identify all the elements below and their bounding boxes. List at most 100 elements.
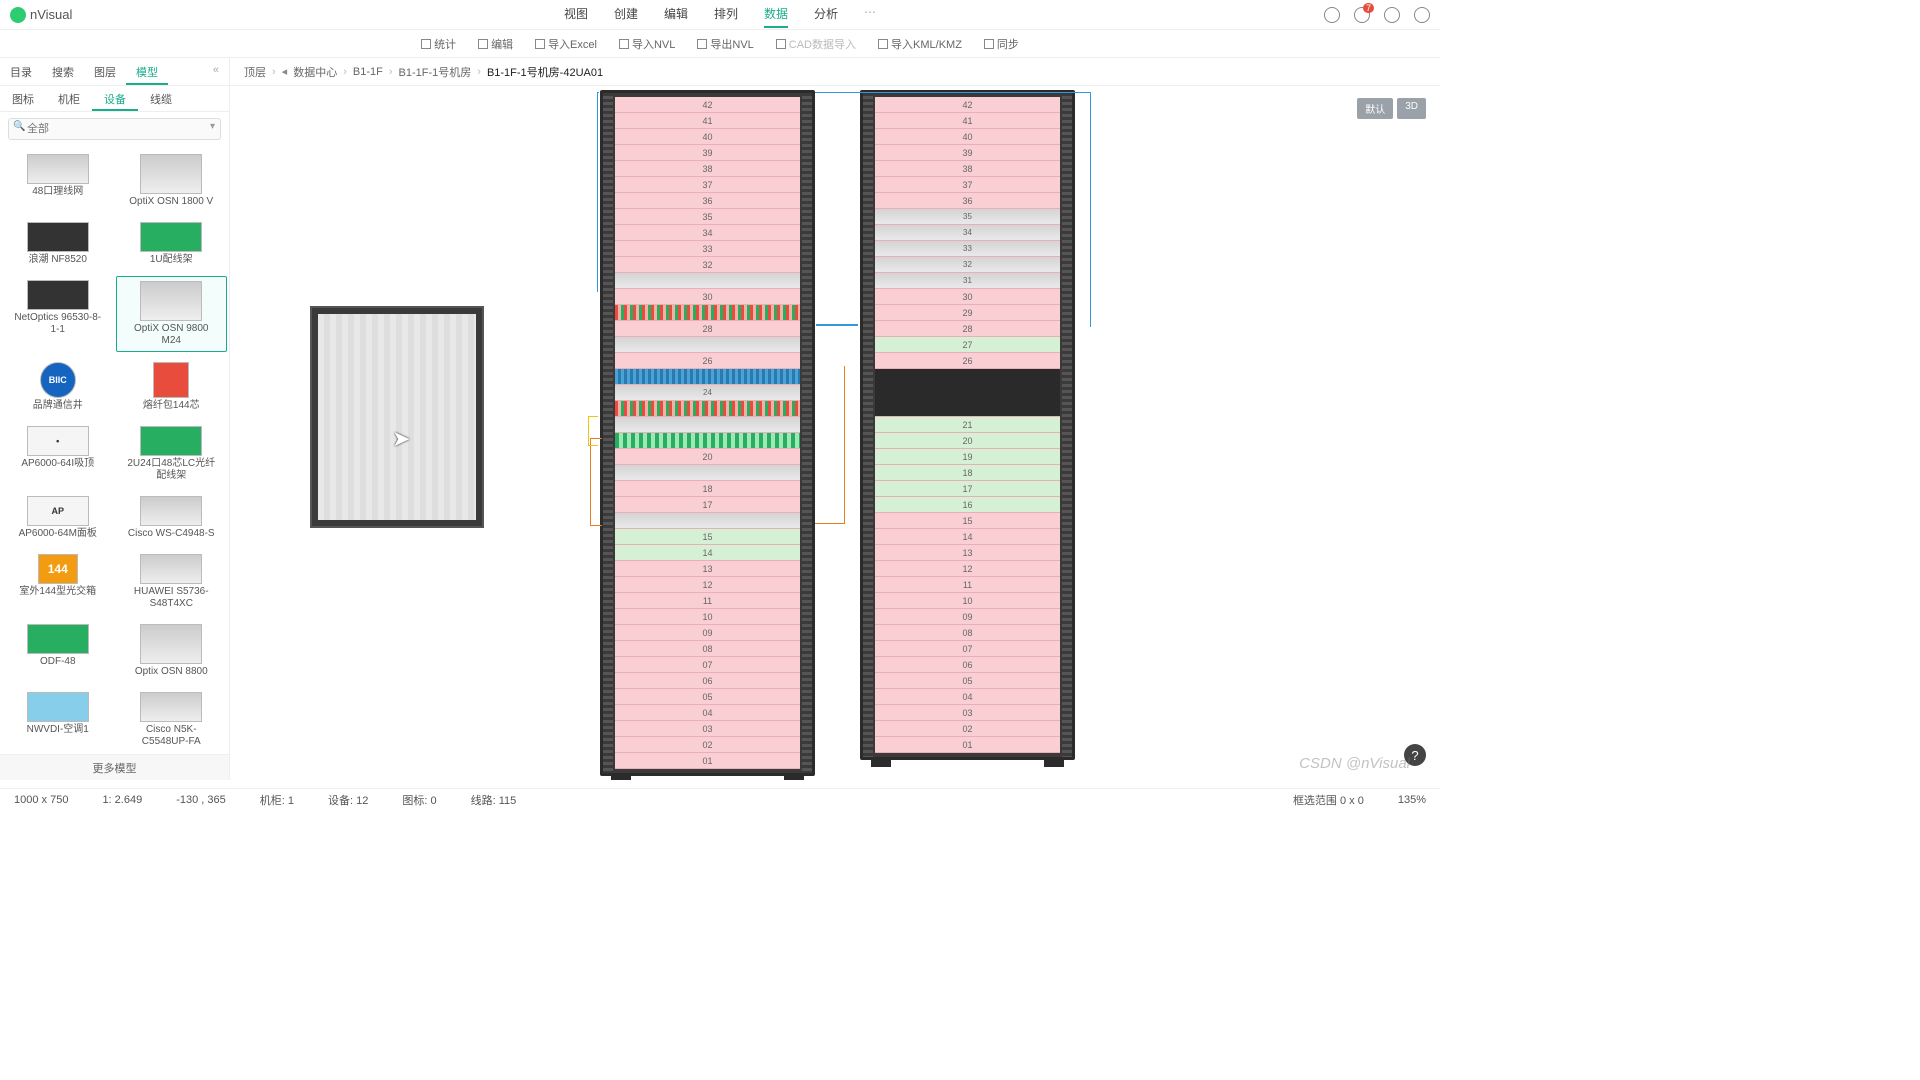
menu-创建[interactable]: 创建 xyxy=(614,1,638,28)
status-zoom[interactable]: 135% xyxy=(1398,794,1426,806)
breadcrumb-item[interactable]: B1-1F-1号机房 xyxy=(399,64,472,80)
search-icon[interactable] xyxy=(1324,7,1340,23)
rack-unit-empty[interactable]: 13 xyxy=(875,545,1060,561)
rack-unit-empty[interactable]: 07 xyxy=(875,641,1060,657)
rack-unit-empty[interactable]: 14 xyxy=(875,529,1060,545)
rack-unit-empty[interactable]: 37 xyxy=(615,177,800,193)
app-logo[interactable]: nVisual xyxy=(10,7,72,23)
help-icon[interactable] xyxy=(1384,7,1400,23)
model-item[interactable]: •AP6000-64I吸顶 xyxy=(2,422,114,486)
rack-unit-empty[interactable]: 19 xyxy=(875,449,1060,465)
rack-unit-device[interactable] xyxy=(615,433,800,449)
sidebar-tab-0[interactable]: 目录 xyxy=(0,58,42,85)
rack-unit-device[interactable] xyxy=(875,369,1060,417)
sidebar-tab-2[interactable]: 图层 xyxy=(84,58,126,85)
sidebar-subtab-3[interactable]: 线缆 xyxy=(138,86,184,111)
breadcrumb-back-icon[interactable]: ◂ xyxy=(282,65,288,78)
import-nvl-button[interactable]: 导入NVL xyxy=(619,36,675,52)
rack-unit-empty[interactable]: 27 xyxy=(875,337,1060,353)
rack-unit-empty[interactable]: 36 xyxy=(615,193,800,209)
breadcrumb-item[interactable]: B1-1F-1号机房-42UA01 xyxy=(487,64,603,80)
rack-unit-empty[interactable]: 41 xyxy=(615,113,800,129)
rack-unit-empty[interactable]: 04 xyxy=(875,689,1060,705)
rack-unit-empty[interactable]: 15 xyxy=(615,529,800,545)
rack-unit-empty[interactable]: 38 xyxy=(875,161,1060,177)
rack-unit-empty[interactable]: 37 xyxy=(875,177,1060,193)
model-item[interactable]: Cisco N5K-C5548UP-FA xyxy=(116,688,228,752)
rack-unit-empty[interactable]: 18 xyxy=(875,465,1060,481)
model-item[interactable]: 浪潮 NF8520 xyxy=(2,218,114,270)
menu-分析[interactable]: 分析 xyxy=(814,1,838,28)
stats-button[interactable]: 统计 xyxy=(421,36,456,52)
sidebar-subtab-2[interactable]: 设备 xyxy=(92,86,138,111)
rack-unit-device[interactable] xyxy=(615,369,800,385)
cad-import-button[interactable]: CAD数据导入 xyxy=(776,36,856,52)
rack-b[interactable]: 4241403938373635343332313029282726212019… xyxy=(860,90,1075,760)
rack-unit-empty[interactable]: 41 xyxy=(875,113,1060,129)
rack-unit-empty[interactable]: 42 xyxy=(615,97,800,113)
rack-unit-device[interactable]: 33 xyxy=(875,241,1060,257)
rack-unit-empty[interactable]: 05 xyxy=(875,673,1060,689)
view-default-button[interactable]: 默认 xyxy=(1357,98,1393,119)
rack-unit-empty[interactable]: 01 xyxy=(875,737,1060,753)
rack-unit-empty[interactable]: 39 xyxy=(875,145,1060,161)
model-item[interactable]: HUAWEI S5736-S48T4XC xyxy=(116,550,228,614)
rack-unit-device[interactable] xyxy=(615,513,800,529)
rack-unit-empty[interactable]: 38 xyxy=(615,161,800,177)
rack-unit-empty[interactable]: 02 xyxy=(615,737,800,753)
sidebar-tab-1[interactable]: 搜索 xyxy=(42,58,84,85)
sidebar-subtab-1[interactable]: 机柜 xyxy=(46,86,92,111)
rack-unit-empty[interactable]: 30 xyxy=(615,289,800,305)
rack-unit-empty[interactable]: 09 xyxy=(875,609,1060,625)
rack-unit-empty[interactable]: 09 xyxy=(615,625,800,641)
rack-unit-device[interactable] xyxy=(615,417,800,433)
sidebar-subtab-0[interactable]: 图标 xyxy=(0,86,46,111)
sidebar-tab-3[interactable]: 模型 xyxy=(126,58,168,85)
rack-unit-empty[interactable]: 28 xyxy=(615,321,800,337)
model-item[interactable]: OptiX OSN 1800 V xyxy=(116,150,228,212)
sidebar-collapse-button[interactable]: « xyxy=(203,58,229,85)
rack-unit-empty[interactable]: 20 xyxy=(615,449,800,465)
rack-unit-device[interactable] xyxy=(615,401,800,417)
rack-unit-empty[interactable]: 10 xyxy=(615,609,800,625)
rack-unit-empty[interactable]: 06 xyxy=(615,673,800,689)
rack-unit-empty[interactable]: 07 xyxy=(615,657,800,673)
edit-button[interactable]: 编辑 xyxy=(478,36,513,52)
view-3d-button[interactable]: 3D xyxy=(1397,98,1426,119)
menu-视图[interactable]: 视图 xyxy=(564,1,588,28)
model-item[interactable]: Optix OSN 8800 xyxy=(116,620,228,682)
import-excel-button[interactable]: 导入Excel xyxy=(535,36,597,52)
breadcrumb-item[interactable]: 数据中心 xyxy=(293,64,337,80)
model-item[interactable]: NWVDI-空调1 xyxy=(2,688,114,752)
rack-unit-empty[interactable]: 39 xyxy=(615,145,800,161)
rack-unit-empty[interactable]: 28 xyxy=(875,321,1060,337)
rack-unit-device[interactable]: 24 xyxy=(615,385,800,401)
canvas[interactable]: 默认 3D ➤ 42414039383736353433323028262420… xyxy=(230,86,1440,780)
rack-unit-device[interactable]: 35 xyxy=(875,209,1060,225)
rack-unit-empty[interactable]: 40 xyxy=(615,129,800,145)
user-icon[interactable] xyxy=(1414,7,1430,23)
import-kml-button[interactable]: 导入KML/KMZ xyxy=(878,36,962,52)
model-item[interactable]: NetOptics 96530-8-1-1 xyxy=(2,276,114,352)
export-nvl-button[interactable]: 导出NVL xyxy=(697,36,753,52)
model-item[interactable]: 2U24口48芯LC光纤配线架 xyxy=(116,422,228,486)
rack-unit-empty[interactable]: 17 xyxy=(875,481,1060,497)
rack-unit-empty[interactable]: 14 xyxy=(615,545,800,561)
rack-a[interactable]: 4241403938373635343332302826242018171514… xyxy=(600,90,815,776)
rack-unit-empty[interactable]: 35 xyxy=(615,209,800,225)
model-item[interactable]: ODF-48 xyxy=(2,620,114,682)
model-item[interactable]: 1U配线架 xyxy=(116,218,228,270)
rack-unit-empty[interactable]: 36 xyxy=(875,193,1060,209)
rack-unit-empty[interactable]: 02 xyxy=(875,721,1060,737)
model-item[interactable]: BIIC品牌通信井 xyxy=(2,358,114,416)
rack-unit-device[interactable] xyxy=(615,273,800,289)
notifications-icon[interactable]: 7 xyxy=(1354,7,1370,23)
search-input[interactable] xyxy=(8,118,221,140)
menu-more[interactable]: ⋯ xyxy=(864,1,876,28)
rack-unit-empty[interactable]: 03 xyxy=(615,721,800,737)
rack-unit-device[interactable]: 32 xyxy=(875,257,1060,273)
rack-unit-empty[interactable]: 32 xyxy=(615,257,800,273)
more-models-button[interactable]: 更多模型 xyxy=(0,754,229,780)
breadcrumb-root[interactable]: 顶层 xyxy=(244,64,266,80)
rack-unit-empty[interactable]: 10 xyxy=(875,593,1060,609)
